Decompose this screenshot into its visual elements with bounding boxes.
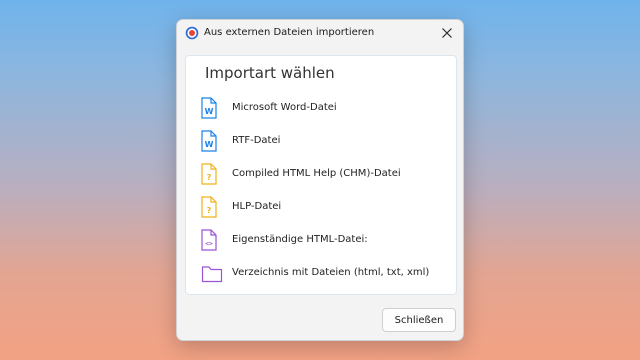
import-option-label: Verzeichnis mit Dateien (html, txt, xml) bbox=[232, 267, 430, 278]
import-option-label: Compiled HTML Help (CHM)-Datei bbox=[232, 168, 401, 179]
import-type-list: W Microsoft Word-Datei W RTF-Datei ? Com… bbox=[201, 96, 451, 294]
html-file-icon: <> bbox=[201, 229, 217, 251]
help-file-icon: ? bbox=[201, 196, 217, 218]
import-option-chm[interactable]: ? Compiled HTML Help (CHM)-Datei bbox=[201, 162, 451, 195]
svg-text:<>: <> bbox=[205, 241, 213, 248]
import-type-panel: Importart wählen W Microsoft Word-Datei … bbox=[185, 55, 457, 295]
svg-text:?: ? bbox=[207, 173, 212, 182]
import-dialog: Aus externen Dateien importieren Importa… bbox=[176, 19, 464, 341]
app-logo-icon bbox=[185, 26, 199, 40]
svg-text:W: W bbox=[205, 140, 214, 149]
import-option-html[interactable]: <> Eigenständige HTML-Datei: bbox=[201, 228, 451, 261]
import-option-label: HLP-Datei bbox=[232, 201, 282, 212]
import-option-hlp[interactable]: ? HLP-Datei bbox=[201, 195, 451, 228]
import-option-label: Eigenständige HTML-Datei: bbox=[232, 234, 368, 245]
import-option-label: RTF-Datei bbox=[232, 135, 281, 146]
svg-text:?: ? bbox=[207, 206, 212, 215]
import-option-word[interactable]: W Microsoft Word-Datei bbox=[201, 96, 451, 129]
import-option-label: Microsoft Word-Datei bbox=[232, 102, 337, 113]
import-option-rtf[interactable]: W RTF-Datei bbox=[201, 129, 451, 162]
svg-text:W: W bbox=[205, 107, 214, 116]
folder-icon bbox=[201, 266, 223, 283]
close-button[interactable]: Schließen bbox=[382, 308, 456, 332]
close-icon[interactable] bbox=[438, 24, 456, 42]
import-option-folder[interactable]: Verzeichnis mit Dateien (html, txt, xml) bbox=[201, 261, 451, 294]
title-bar[interactable]: Aus externen Dateien importieren bbox=[177, 20, 463, 46]
window-title: Aus externen Dateien importieren bbox=[204, 27, 375, 38]
word-doc-icon: W bbox=[201, 97, 217, 119]
panel-heading: Importart wählen bbox=[205, 64, 335, 82]
word-doc-icon: W bbox=[201, 130, 217, 152]
help-file-icon: ? bbox=[201, 163, 217, 185]
